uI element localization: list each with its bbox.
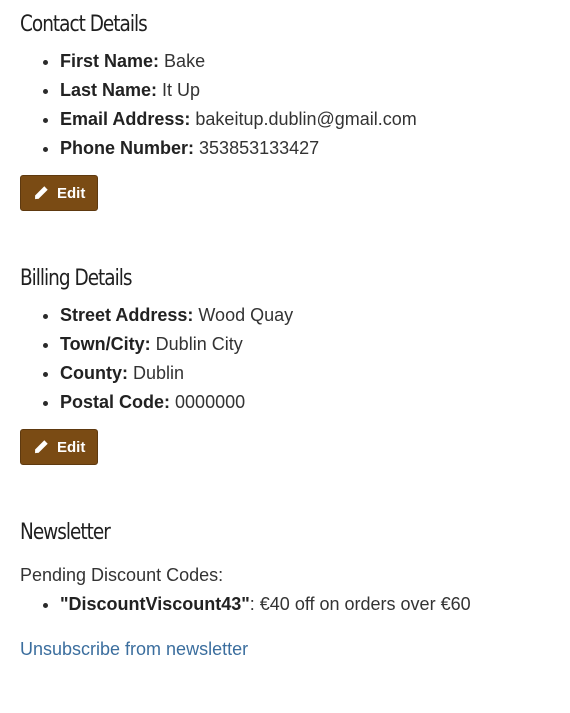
- edit-billing-button[interactable]: Edit: [20, 429, 99, 465]
- postal-code-value: 0000000: [175, 392, 246, 412]
- discount-description: : €40 off on orders over €60: [249, 594, 471, 614]
- list-item: First Name: Bake: [60, 47, 417, 76]
- email-label: Email Address:: [60, 109, 191, 129]
- postal-code-label: Postal Code:: [60, 392, 171, 412]
- phone-value: 353853133427: [199, 138, 320, 158]
- first-name-label: First Name:: [60, 51, 160, 71]
- list-item: Last Name: It Up: [60, 76, 417, 105]
- street-address-value: Wood Quay: [198, 305, 294, 325]
- newsletter-title: Newsletter: [20, 520, 111, 545]
- last-name-value: It Up: [162, 80, 201, 100]
- edit-contact-label: Edit: [57, 184, 86, 202]
- list-item: Email Address: bakeitup.dublin@gmail.com: [60, 105, 417, 134]
- last-name-label: Last Name:: [60, 80, 158, 100]
- edit-billing-label: Edit: [57, 438, 86, 456]
- discount-codes-list: "DiscountViscount43": €40 off on orders …: [20, 590, 471, 619]
- list-item: Street Address: Wood Quay: [60, 301, 293, 330]
- unsubscribe-link[interactable]: Unsubscribe from newsletter: [20, 636, 248, 662]
- newsletter-section: Newsletter Pending Discount Codes: "Disc…: [20, 522, 471, 662]
- county-label: County:: [60, 363, 128, 383]
- email-value: bakeitup.dublin@gmail.com: [195, 109, 417, 129]
- billing-details-section: Billing Details Street Address: Wood Qua…: [20, 268, 293, 465]
- town-city-value: Dublin City: [155, 334, 243, 354]
- pending-codes-label: Pending Discount Codes:: [20, 565, 224, 585]
- street-address-label: Street Address:: [60, 305, 194, 325]
- list-item: Town/City: Dublin City: [60, 330, 293, 359]
- edit-contact-button[interactable]: Edit: [20, 175, 99, 211]
- first-name-value: Bake: [164, 51, 206, 71]
- contact-details-section: Contact Details First Name: Bake Last Na…: [20, 14, 417, 211]
- list-item: "DiscountViscount43": €40 off on orders …: [60, 590, 471, 619]
- pencil-icon: [35, 186, 48, 200]
- billing-details-list: Street Address: Wood Quay Town/City: Dub…: [20, 301, 293, 417]
- list-item: Postal Code: 0000000: [60, 388, 293, 417]
- county-value: Dublin: [133, 363, 185, 383]
- list-item: County: Dublin: [60, 359, 293, 388]
- list-item: Phone Number: 353853133427: [60, 134, 417, 163]
- billing-details-title: Billing Details: [20, 266, 132, 291]
- pencil-icon: [35, 440, 48, 454]
- phone-label: Phone Number:: [60, 138, 195, 158]
- contact-details-title: Contact Details: [20, 12, 148, 37]
- discount-code: "DiscountViscount43": [60, 594, 250, 614]
- contact-details-list: First Name: Bake Last Name: It Up Email …: [20, 47, 417, 163]
- town-city-label: Town/City:: [60, 334, 151, 354]
